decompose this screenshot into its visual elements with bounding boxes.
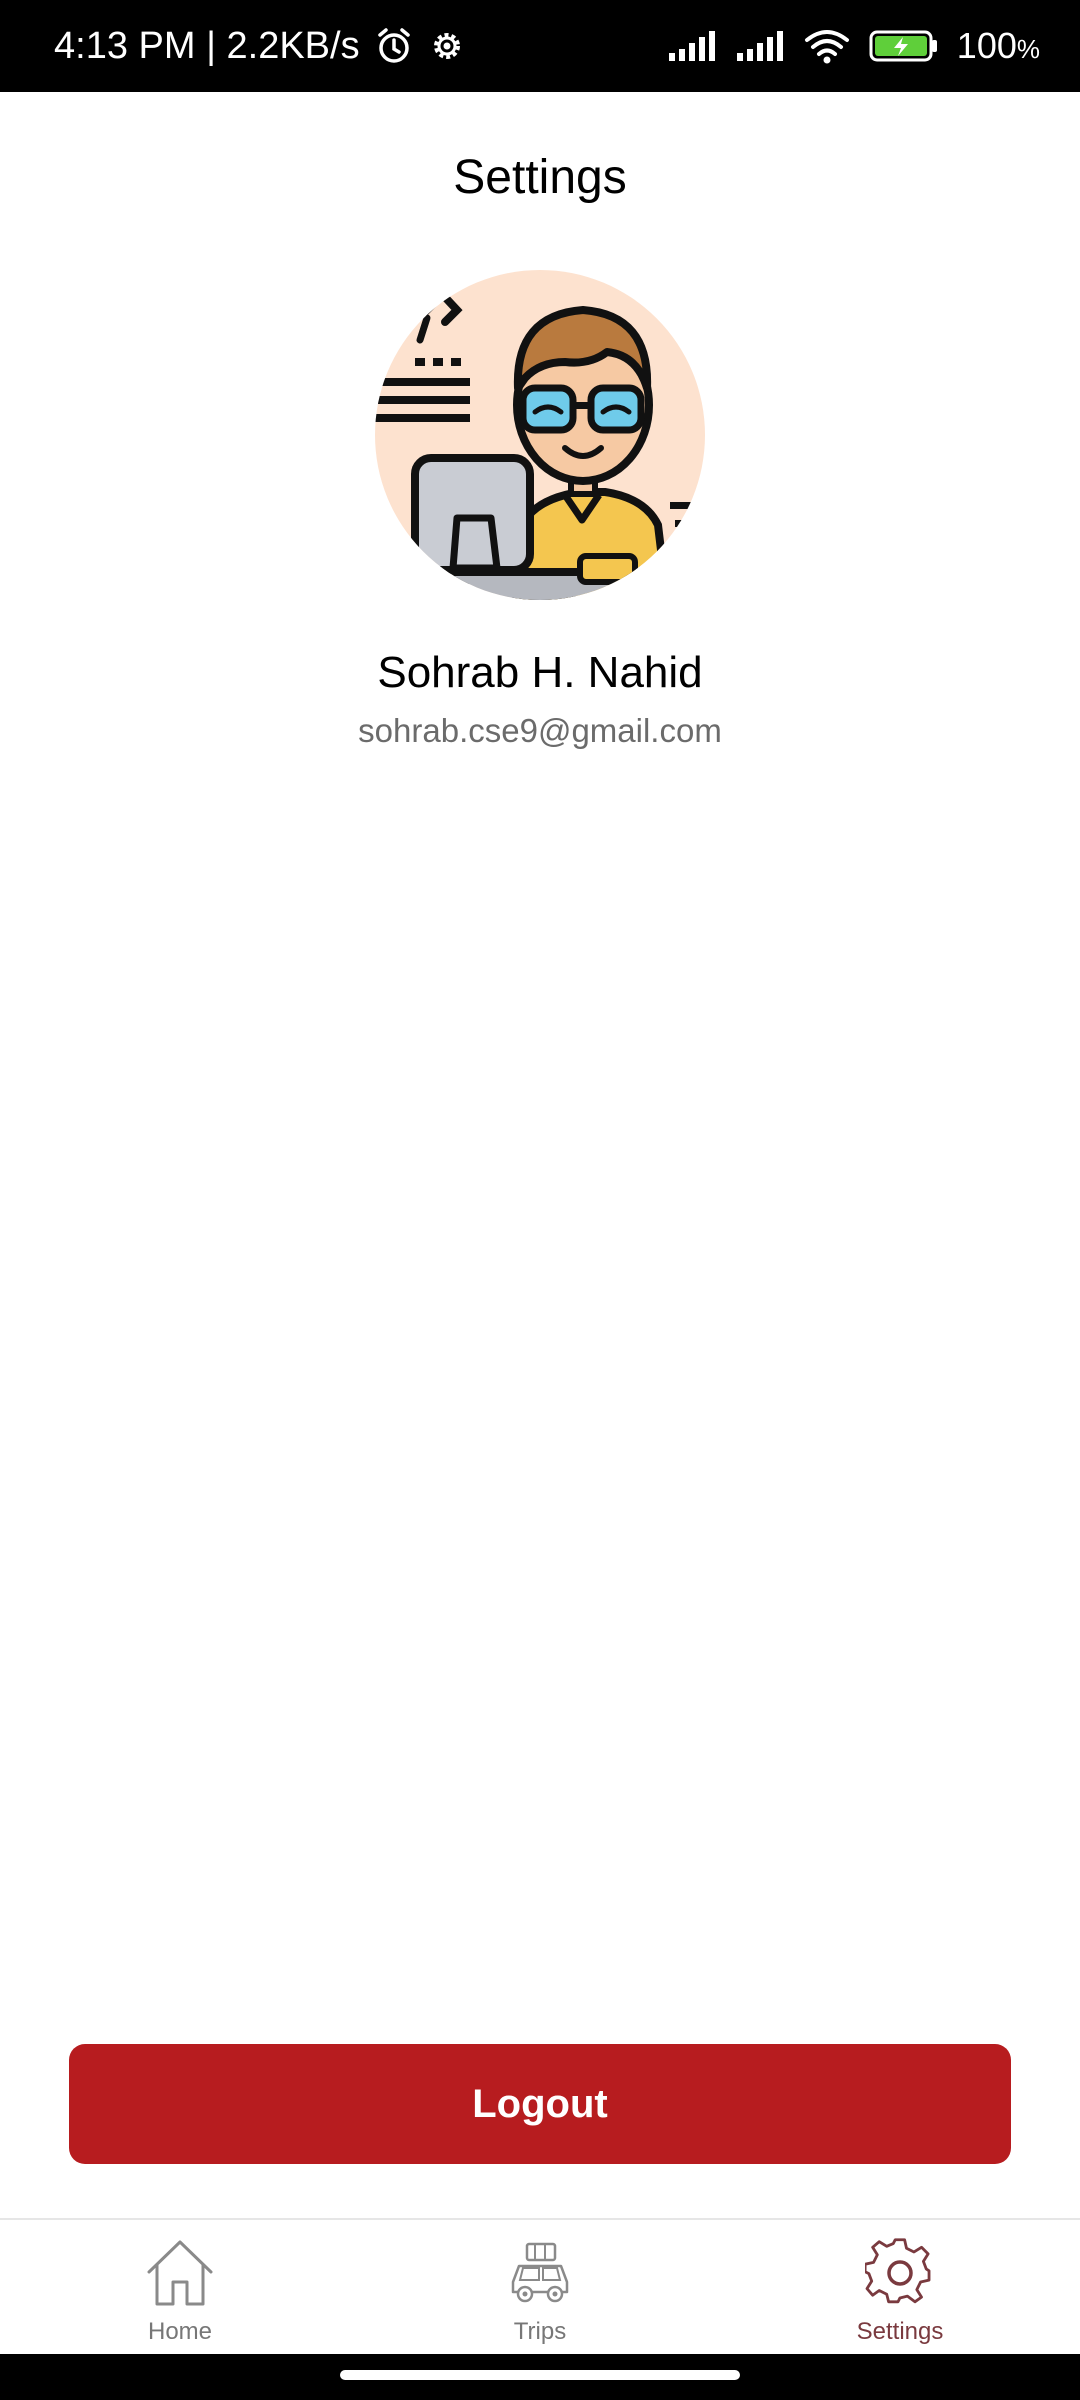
status-time-speed: 4:13 PM | 2.2KB/s	[54, 24, 360, 67]
gear-icon	[865, 2238, 935, 2308]
battery-percent: 100%	[956, 25, 1040, 66]
avatar[interactable]	[375, 270, 705, 600]
car-icon	[505, 2238, 575, 2308]
status-bar: 4:13 PM | 2.2KB/s 100%	[0, 0, 1080, 92]
nav-item-trips[interactable]: Trips	[360, 2220, 720, 2356]
gear-icon	[428, 27, 466, 65]
profile-email: sohrab.cse9@gmail.com	[358, 712, 722, 749]
gesture-area	[0, 2354, 1080, 2400]
home-icon	[145, 2238, 215, 2308]
logout-button[interactable]: Logout	[69, 2044, 1011, 2164]
nav-label-trips: Trips	[513, 2318, 567, 2345]
profile-name: Sohrab H. Nahid	[377, 648, 703, 697]
wifi-icon	[803, 28, 851, 64]
gesture-handle[interactable]	[340, 2370, 740, 2380]
developer-avatar-illustration	[375, 291, 705, 600]
battery-charging-icon	[869, 29, 939, 63]
signal-icon	[667, 31, 717, 61]
nav-label-home: Home	[147, 2318, 213, 2345]
nav-item-home[interactable]: Home	[0, 2220, 360, 2356]
nav-item-settings[interactable]: Settings	[720, 2220, 1080, 2356]
alarm-icon	[374, 26, 414, 66]
status-right: 100%	[667, 25, 1040, 67]
bottom-nav: Home Trips Settings	[0, 2218, 1080, 2354]
page-title: Settings	[453, 151, 627, 204]
nav-label-settings: Settings	[856, 2318, 944, 2345]
signal-icon	[735, 31, 785, 61]
status-left: 4:13 PM | 2.2KB/s	[54, 25, 466, 68]
